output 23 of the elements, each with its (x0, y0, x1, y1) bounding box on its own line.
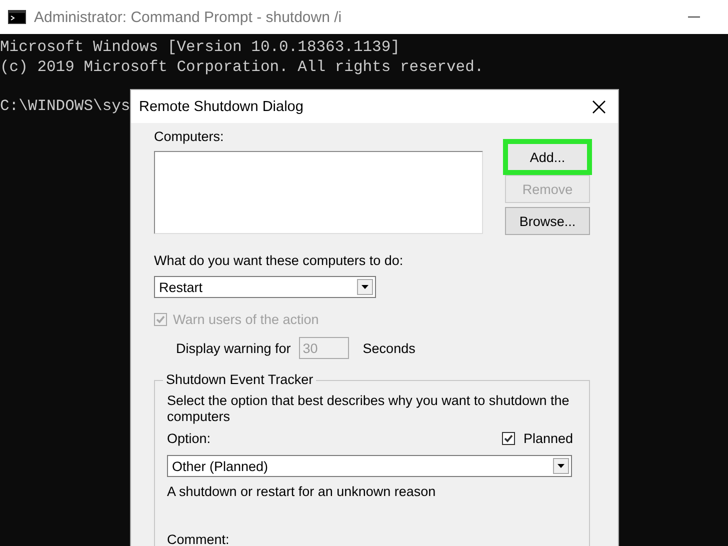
group-title: Shutdown Event Tracker (163, 372, 316, 387)
comment-label: Comment: (167, 532, 230, 546)
computers-label: Computers: (154, 129, 225, 144)
close-icon[interactable] (592, 100, 606, 114)
option-description: A shutdown or restart for an unknown reason (167, 484, 437, 499)
warning-label: Display warning for (176, 340, 291, 356)
console-icon (8, 10, 26, 24)
option-label: Option: (167, 431, 211, 446)
checkbox[interactable] (502, 432, 516, 445)
dialog-button[interactable]: Browse... (505, 207, 590, 235)
console-line: C:\WINDOWS\sys (0, 96, 130, 116)
planned-label: Planned (523, 431, 573, 446)
seconds-label: Seconds (362, 340, 416, 356)
action-label: What do you want these computers to do: (154, 253, 404, 268)
console-line: (c) 2019 Microsoft Corporation. All rights reserved. (0, 58, 484, 77)
console-line: Microsoft Windows [Version 10.0.18363.1139] (0, 38, 400, 58)
window-title: Administrator: Command Prompt - shutdown /i (34, 8, 343, 26)
instructions-text: Select the option that best describes why you want to shutdown the computers (167, 393, 570, 425)
dialog-button[interactable]: Add... (503, 139, 592, 175)
dialog-title: Remote Shutdown Dialog (139, 98, 304, 114)
option-dropdown[interactable]: Other (Planned) (167, 455, 572, 477)
warn-label: Warn users of the action (173, 312, 319, 327)
action-dropdown[interactable]: Restart (154, 276, 376, 298)
